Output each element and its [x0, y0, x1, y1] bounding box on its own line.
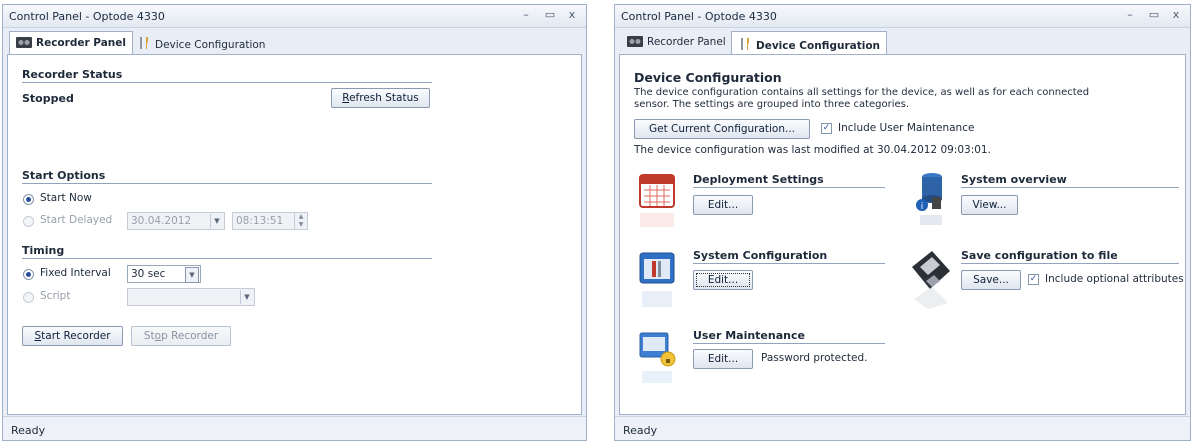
tab-label: Recorder Panel	[647, 36, 726, 48]
wrench-screwdriver-icon	[137, 36, 151, 53]
left-status-bar: Ready	[3, 416, 586, 440]
tab-recorder-panel[interactable]: Recorder Panel	[9, 31, 133, 55]
right-window: Control Panel - Optode 4330 – ▭ x Record…	[614, 4, 1191, 441]
divider	[693, 343, 885, 344]
right-tabs: Recorder Panel Device Configuration	[619, 31, 1186, 55]
left-tabs: Recorder Panel Device Configuration	[7, 31, 582, 55]
get-current-configuration-button[interactable]: Get Current Configuration...	[634, 119, 810, 139]
stop-recorder-button[interactable]: Stop Recorder	[131, 326, 231, 346]
maximize-icon[interactable]: ▭	[1146, 8, 1162, 21]
recorder-icon	[627, 36, 643, 50]
minimize-icon[interactable]: –	[1122, 8, 1138, 21]
start-time-value: 08:13:51	[236, 215, 284, 227]
left-window: Control Panel - Optode 4330 – ▭ x Record…	[2, 4, 587, 441]
tab-label: Recorder Panel	[36, 37, 126, 49]
start-options-heading: Start Options	[22, 169, 106, 182]
refresh-status-button[interactable]: Refresh Status	[331, 88, 430, 108]
chevron-down-icon[interactable]: ▼	[185, 267, 199, 283]
system-overview-view-button[interactable]: View...	[961, 195, 1018, 215]
calendar-icon	[639, 174, 675, 227]
maximize-icon[interactable]: ▭	[542, 8, 558, 21]
tab-recorder-panel[interactable]: Recorder Panel	[621, 31, 732, 54]
start-delayed-label: Start Delayed	[40, 214, 113, 226]
start-now-radio[interactable]	[23, 194, 34, 205]
interval-select[interactable]: 30 sec ▼	[127, 265, 201, 283]
floppy-disk-icon	[912, 251, 950, 309]
start-recorder-button[interactable]: Start Recorder	[22, 326, 123, 346]
divider	[693, 187, 885, 188]
deployment-edit-button[interactable]: Edit...	[693, 195, 753, 215]
device-config-heading: Device Configuration	[634, 70, 782, 85]
left-title-bar: Control Panel - Optode 4330 – ▭ x	[3, 5, 586, 28]
user-maintenance-title: User Maintenance	[693, 329, 805, 342]
recorder-state: Stopped	[22, 92, 74, 105]
recorder-icon	[16, 37, 32, 51]
tab-device-configuration[interactable]: Device Configuration	[731, 31, 888, 55]
divider	[22, 82, 432, 83]
deployment-settings-title: Deployment Settings	[693, 173, 824, 186]
close-icon[interactable]: x	[564, 8, 580, 21]
tab-device-configuration[interactable]: Device Configuration	[131, 31, 271, 54]
save-configuration-button[interactable]: Save...	[961, 270, 1021, 290]
start-time-stepper[interactable]: 08:13:51 ▲ ▼	[232, 212, 308, 230]
user-maintenance-icon	[639, 332, 676, 383]
tab-label: Device Configuration	[155, 39, 266, 51]
script-select[interactable]: ▼	[127, 288, 255, 306]
system-overview-title: System overview	[961, 173, 1067, 186]
spin-arrows-icon[interactable]: ▲ ▼	[294, 213, 307, 229]
interval-value: 30 sec	[131, 268, 166, 280]
last-modified-text: The device configuration was last modifi…	[634, 144, 991, 156]
password-protected-note: Password protected.	[761, 352, 868, 364]
start-date-value: 30.04.2012	[131, 215, 192, 227]
svg-text:i: i	[921, 202, 924, 212]
database-info-icon: i	[916, 173, 942, 225]
include-user-maintenance-checkbox[interactable]: ✓	[821, 123, 832, 134]
start-delayed-radio[interactable]	[23, 216, 34, 227]
right-status-bar: Ready	[615, 416, 1190, 440]
fixed-interval-label: Fixed Interval	[40, 267, 111, 279]
right-window-title: Control Panel - Optode 4330	[621, 9, 777, 23]
recorder-panel-content: Recorder Status Stopped Refresh Status S…	[7, 54, 582, 415]
chevron-down-icon[interactable]: ▼	[240, 290, 253, 304]
include-optional-attributes-label: Include optional attributes	[1045, 273, 1184, 285]
description-line-2: sensor. The settings are grouped into th…	[634, 99, 910, 110]
right-title-bar: Control Panel - Optode 4330 – ▭ x	[615, 5, 1190, 28]
include-user-maintenance-label: Include User Maintenance	[838, 122, 975, 134]
chevron-down-icon[interactable]: ▼	[210, 214, 223, 228]
divider	[961, 187, 1179, 188]
divider	[22, 183, 432, 184]
save-configuration-title: Save configuration to file	[961, 249, 1118, 262]
description-line-1: The device configuration contains all se…	[634, 87, 1090, 98]
script-label: Script	[40, 290, 71, 302]
divider	[22, 258, 432, 259]
divider	[693, 263, 885, 264]
include-optional-attributes-checkbox[interactable]: ✓	[1028, 274, 1039, 285]
minimize-icon[interactable]: –	[518, 8, 534, 21]
system-configuration-edit-button[interactable]: Edit...	[693, 270, 753, 290]
device-configuration-content: Device Configuration The device configur…	[619, 54, 1186, 415]
fixed-interval-radio[interactable]	[23, 269, 34, 280]
timing-heading: Timing	[22, 244, 65, 257]
wrench-screwdriver-icon	[738, 37, 752, 54]
tools-window-icon	[639, 252, 675, 307]
tab-label: Device Configuration	[756, 40, 881, 52]
start-date-picker[interactable]: 30.04.2012 ▼	[127, 212, 225, 230]
user-maintenance-edit-button[interactable]: Edit...	[693, 349, 753, 369]
close-icon[interactable]: x	[1168, 8, 1184, 21]
divider	[961, 263, 1179, 264]
script-radio[interactable]	[23, 292, 34, 303]
left-window-title: Control Panel - Optode 4330	[9, 9, 165, 23]
recorder-status-heading: Recorder Status	[22, 68, 123, 81]
start-now-label: Start Now	[40, 192, 92, 204]
system-configuration-title: System Configuration	[693, 249, 828, 262]
